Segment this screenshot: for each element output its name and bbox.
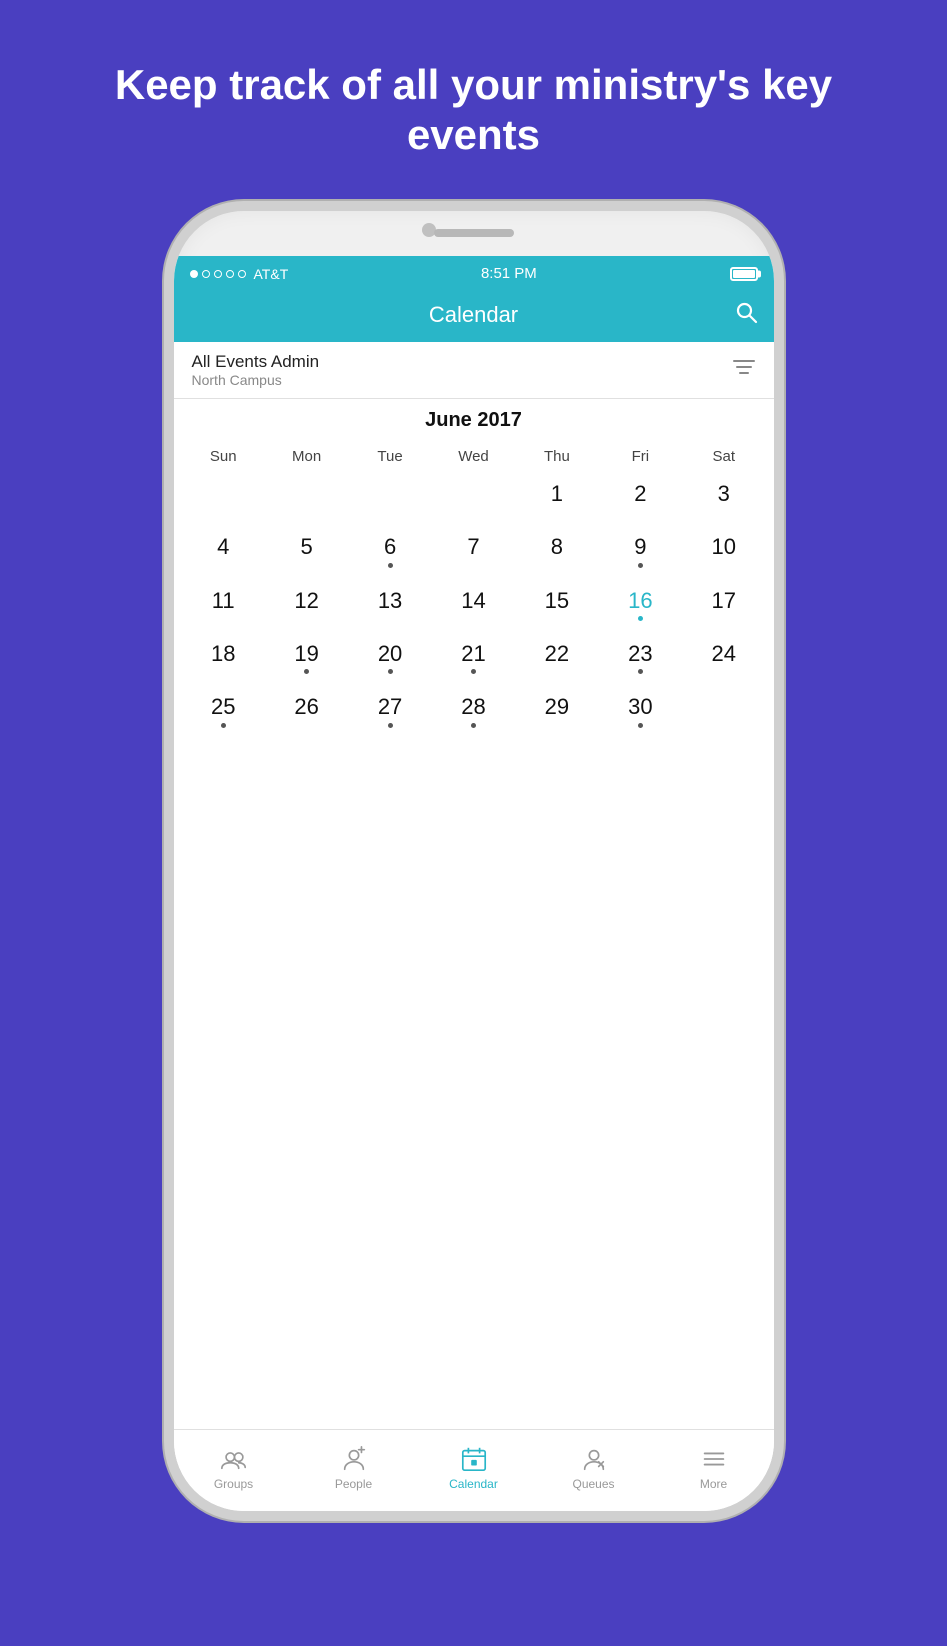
- day-header-sun: Sun: [182, 442, 265, 471]
- cal-day-22[interactable]: 22: [515, 631, 598, 684]
- cal-day-6[interactable]: 6: [348, 524, 431, 577]
- app-title: Calendar: [429, 302, 518, 328]
- cal-day-25[interactable]: 25: [182, 684, 265, 737]
- tab-more[interactable]: More: [654, 1445, 774, 1491]
- cal-day-13[interactable]: 13: [348, 578, 431, 631]
- cal-day-3[interactable]: 3: [682, 471, 765, 524]
- cal-day-21[interactable]: 21: [432, 631, 515, 684]
- cal-day-24[interactable]: 24: [682, 631, 765, 684]
- app-header: Calendar: [174, 292, 774, 342]
- cal-cell: [265, 471, 348, 524]
- cal-day-15[interactable]: 15: [515, 578, 598, 631]
- search-icon[interactable]: [734, 300, 758, 330]
- tab-queues-label: Queues: [572, 1477, 614, 1491]
- cal-day-12[interactable]: 12: [265, 578, 348, 631]
- cal-day-23[interactable]: 23: [599, 631, 682, 684]
- cal-day-7[interactable]: 7: [432, 524, 515, 577]
- filter-text: All Events Admin North Campus: [192, 352, 320, 388]
- tab-groups[interactable]: Groups: [174, 1445, 294, 1491]
- cal-cell: [182, 471, 265, 524]
- tab-calendar[interactable]: Calendar: [414, 1445, 534, 1491]
- cal-day-20[interactable]: 20: [348, 631, 431, 684]
- cal-day-4[interactable]: 4: [182, 524, 265, 577]
- cal-day-26[interactable]: 26: [265, 684, 348, 737]
- tab-more-label: More: [700, 1477, 727, 1491]
- cal-day-29[interactable]: 29: [515, 684, 598, 737]
- signal-dot-4: [226, 270, 234, 278]
- signal-dot-1: [190, 270, 198, 278]
- tab-people-label: People: [335, 1477, 372, 1491]
- status-left: AT&T: [190, 266, 289, 282]
- day-header-thu: Thu: [515, 442, 598, 471]
- tab-people[interactable]: People: [294, 1445, 414, 1491]
- phone-frame: AT&T 8:51 PM Calendar All Events Admin N…: [164, 201, 784, 1521]
- filter-title: All Events Admin: [192, 352, 320, 372]
- tab-groups-label: Groups: [214, 1477, 253, 1491]
- tab-queues[interactable]: Queues: [534, 1445, 654, 1491]
- signal-dot-5: [238, 270, 246, 278]
- cal-day-11[interactable]: 11: [182, 578, 265, 631]
- status-time: 8:51 PM: [481, 265, 537, 282]
- signal-dot-3: [214, 270, 222, 278]
- carrier-label: AT&T: [254, 266, 289, 282]
- cal-day-27[interactable]: 27: [348, 684, 431, 737]
- cal-day-28[interactable]: 28: [432, 684, 515, 737]
- filter-row[interactable]: All Events Admin North Campus: [174, 342, 774, 399]
- day-header-sat: Sat: [682, 442, 765, 471]
- cal-day-10[interactable]: 10: [682, 524, 765, 577]
- day-header-fri: Fri: [599, 442, 682, 471]
- day-header-mon: Mon: [265, 442, 348, 471]
- cal-day-8[interactable]: 8: [515, 524, 598, 577]
- cal-day-16-today[interactable]: 16: [599, 578, 682, 631]
- cal-cell: [348, 471, 431, 524]
- tab-bar: Groups People: [174, 1429, 774, 1511]
- cal-day-19[interactable]: 19: [265, 631, 348, 684]
- battery-level: [733, 270, 755, 278]
- filter-icon[interactable]: [732, 357, 756, 383]
- cal-day-30[interactable]: 30: [599, 684, 682, 737]
- cal-day-9[interactable]: 9: [599, 524, 682, 577]
- cal-day-5[interactable]: 5: [265, 524, 348, 577]
- phone-speaker: [434, 229, 514, 237]
- day-header-tue: Tue: [348, 442, 431, 471]
- tab-calendar-label: Calendar: [449, 1477, 498, 1491]
- cal-day-1[interactable]: 1: [515, 471, 598, 524]
- cal-cell-empty: [682, 684, 765, 737]
- headline: Keep track of all your ministry's key ev…: [0, 0, 947, 201]
- calendar-month-title: June 2017: [182, 409, 766, 432]
- cal-day-2[interactable]: 2: [599, 471, 682, 524]
- calendar: June 2017 Sun Mon Tue Wed Thu Fri Sat 1 …: [174, 399, 774, 1429]
- calendar-grid: Sun Mon Tue Wed Thu Fri Sat 1 2 3 4 5 6: [182, 442, 766, 738]
- filter-subtitle: North Campus: [192, 372, 320, 388]
- cal-cell: [432, 471, 515, 524]
- status-bar: AT&T 8:51 PM: [174, 256, 774, 292]
- cal-day-18[interactable]: 18: [182, 631, 265, 684]
- cal-day-17[interactable]: 17: [682, 578, 765, 631]
- phone-screen: AT&T 8:51 PM Calendar All Events Admin N…: [174, 256, 774, 1511]
- cal-day-14[interactable]: 14: [432, 578, 515, 631]
- signal-dot-2: [202, 270, 210, 278]
- battery-indicator: [730, 267, 758, 281]
- day-header-wed: Wed: [432, 442, 515, 471]
